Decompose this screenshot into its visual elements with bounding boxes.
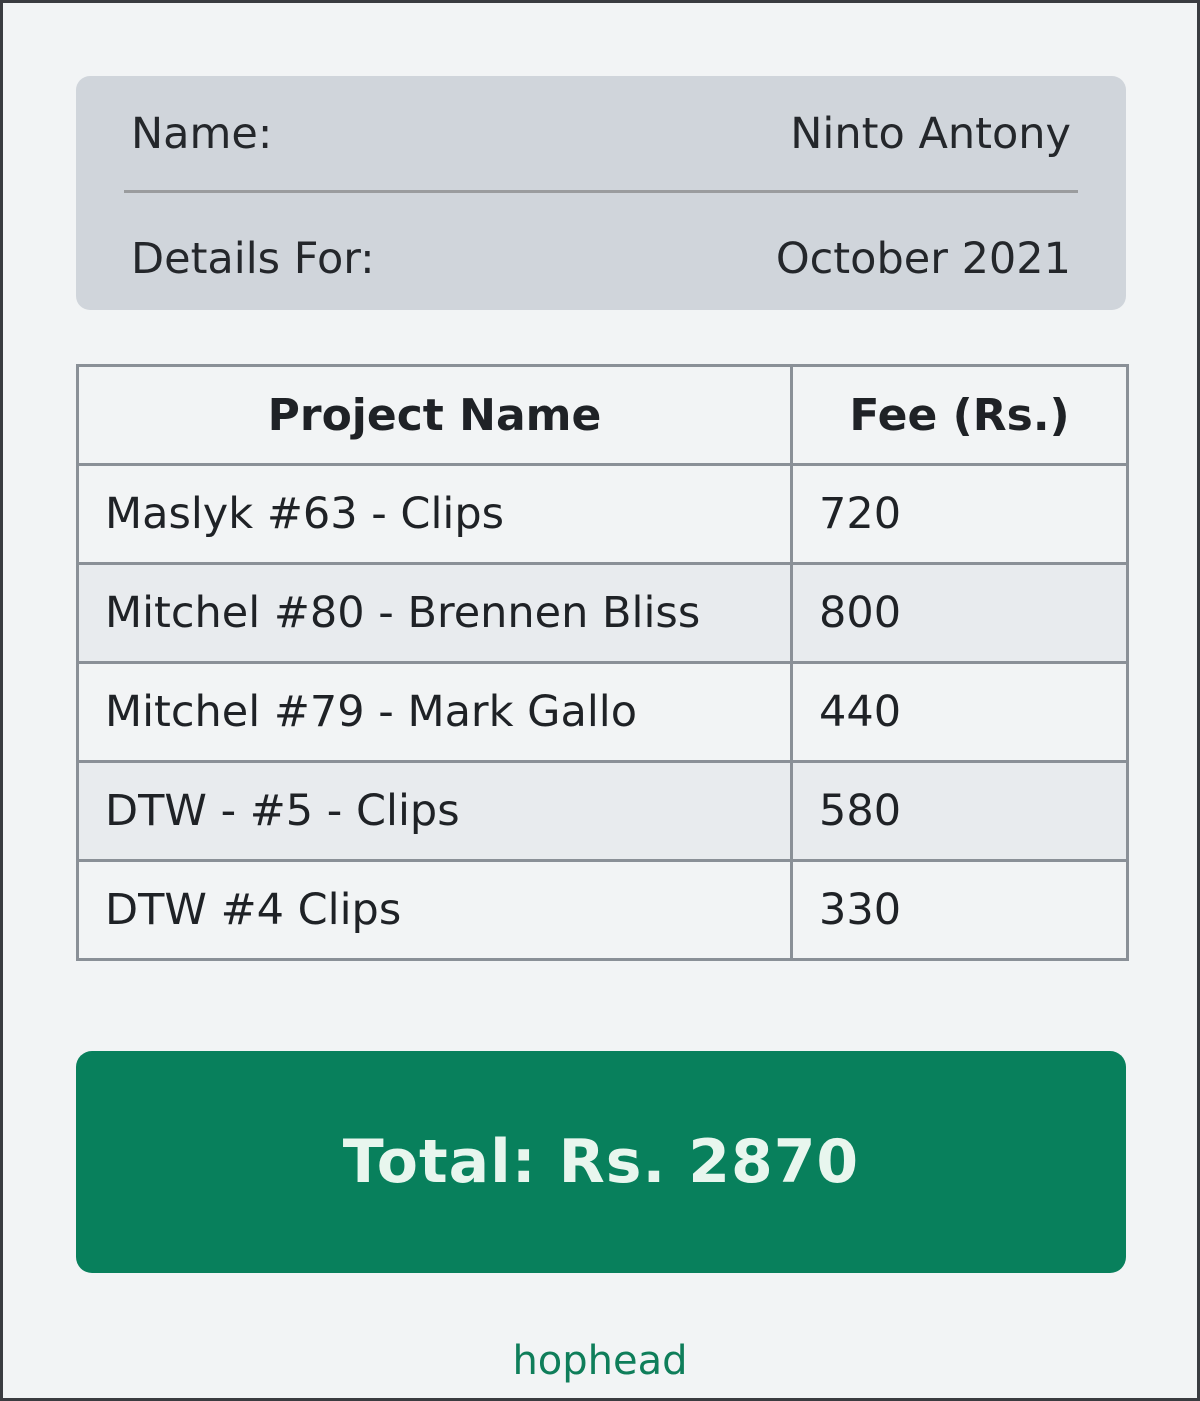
total-banner: Total: Rs. 2870 <box>76 1051 1126 1273</box>
fee-cell: 800 <box>790 562 1129 664</box>
fee-cell: 440 <box>790 661 1129 763</box>
project-name-cell: Mitchel #80 - Brennen Bliss <box>76 562 793 664</box>
table-header-row: Project Name Fee (Rs.) <box>76 364 1129 466</box>
details-divider <box>124 190 1078 193</box>
table-row: Maslyk #63 - Clips 720 <box>76 463 1129 565</box>
brand-footer: hophead <box>512 1338 688 1384</box>
details-card: Name: Ninto Antony Details For: October … <box>76 76 1126 310</box>
project-name-cell: DTW #4 Clips <box>76 859 793 961</box>
project-name-cell: DTW - #5 - Clips <box>76 760 793 862</box>
fee-cell: 720 <box>790 463 1129 565</box>
period-row: Details For: October 2021 <box>131 229 1071 289</box>
period-label: Details For: <box>131 234 375 284</box>
table-row: DTW #4 Clips 330 <box>76 859 1129 961</box>
name-row: Name: Ninto Antony <box>131 104 1071 164</box>
table-row: Mitchel #80 - Brennen Bliss 800 <box>76 562 1129 664</box>
invoice-page: Name: Ninto Antony Details For: October … <box>0 0 1200 1401</box>
period-value: October 2021 <box>775 234 1071 284</box>
fee-cell: 330 <box>790 859 1129 961</box>
projects-table: Project Name Fee (Rs.) Maslyk #63 - Clip… <box>76 364 1129 961</box>
name-value: Ninto Antony <box>790 109 1071 159</box>
project-name-cell: Mitchel #79 - Mark Gallo <box>76 661 793 763</box>
table-row: Mitchel #79 - Mark Gallo 440 <box>76 661 1129 763</box>
project-name-cell: Maslyk #63 - Clips <box>76 463 793 565</box>
column-header-project: Project Name <box>76 364 793 466</box>
table-row: DTW - #5 - Clips 580 <box>76 760 1129 862</box>
name-label: Name: <box>131 109 273 159</box>
fee-cell: 580 <box>790 760 1129 862</box>
total-text: Total: Rs. 2870 <box>342 1127 860 1197</box>
column-header-fee: Fee (Rs.) <box>790 364 1129 466</box>
